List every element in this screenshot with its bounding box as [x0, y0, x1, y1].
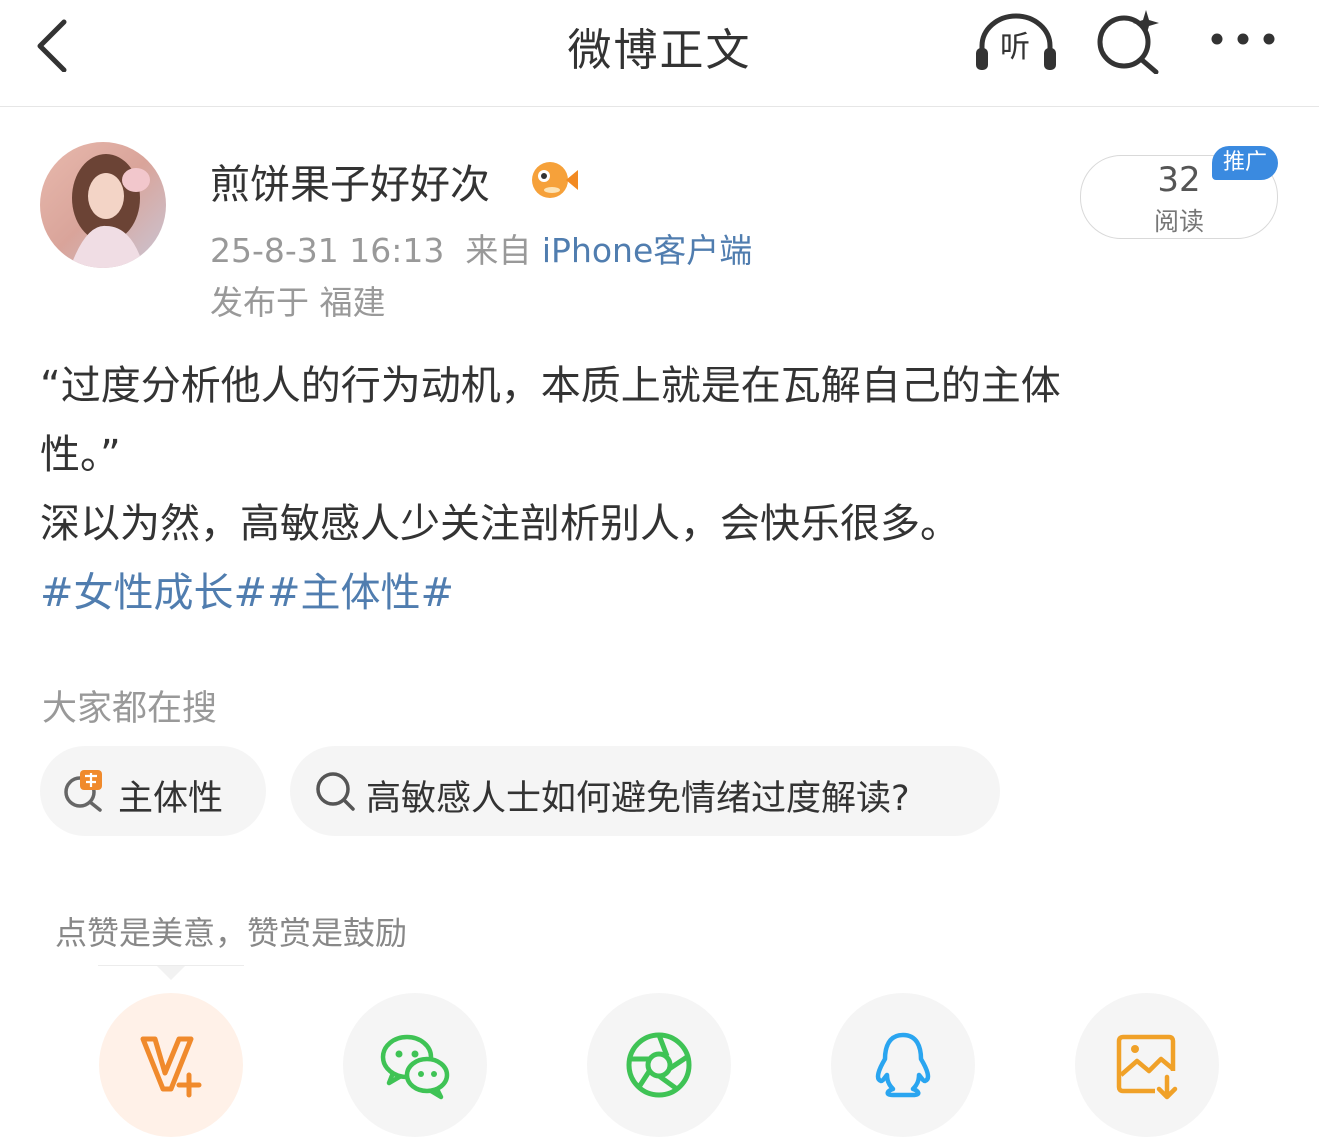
author-name[interactable]: 煎饼果子好好次 [210, 152, 490, 210]
post-text-line: 深以为然，高敏感人少关注剖析别人，会快乐很多。 [40, 501, 960, 547]
share-qq-button[interactable] [831, 993, 975, 1137]
search-sparkle-icon[interactable] [1094, 8, 1164, 74]
top-navigation-bar: 微博正文 听 [0, 0, 1319, 107]
pufferfish-icon [532, 162, 578, 198]
more-dots-icon[interactable] [1206, 28, 1280, 50]
post-content: “过度分析他人的行为动机，本质上就是在瓦解自己的主体 性。” 深以为然，高敏感人… [40, 352, 1290, 628]
topic-tags[interactable]: #女性成长##主体性# [40, 559, 1290, 628]
moments-icon [626, 1032, 692, 1098]
share-wechat-button[interactable] [343, 993, 487, 1137]
source-prefix: 来自 [465, 231, 532, 270]
post-time: 25-8-31 16:13 [210, 231, 445, 270]
vplus-icon [140, 1036, 202, 1098]
save-image-button[interactable] [1075, 993, 1219, 1137]
qq-icon [875, 1032, 931, 1098]
wechat-icon [380, 1034, 450, 1100]
search-chip-label: 高敏感人士如何避免情绪过度解读? [366, 779, 910, 819]
vplus-reward-button[interactable] [99, 993, 243, 1137]
post-text-line: 性。” [40, 432, 121, 478]
search-chip-label: 主体性 [118, 779, 224, 819]
reward-tip: 点赞是美意，赞赏是鼓励 [55, 914, 408, 952]
device-link[interactable]: iPhone客户端 [542, 231, 752, 270]
read-label: 阅读 [1153, 207, 1204, 236]
listen-label[interactable]: 听 [988, 22, 1042, 66]
tooltip-arrow [157, 966, 185, 980]
promo-badge[interactable]: 推广 [1212, 146, 1278, 180]
search-icon [316, 772, 355, 811]
post-meta: 25-8-31 16:13 来自 iPhone客户端 [210, 224, 752, 272]
post-location: 发布于 福建 [210, 283, 386, 322]
hot-search-icon [64, 770, 102, 812]
share-moments-button[interactable] [587, 993, 731, 1137]
search-chip[interactable]: 高敏感人士如何避免情绪过度解读? [290, 746, 1000, 836]
search-suggestions-label: 大家都在搜 [42, 689, 218, 729]
avatar[interactable] [40, 142, 166, 268]
search-chip-hot[interactable]: 主体性 [40, 746, 266, 836]
save-image-icon [1116, 1034, 1178, 1100]
post-text-line: “过度分析他人的行为动机，本质上就是在瓦解自己的主体 [40, 363, 1061, 409]
